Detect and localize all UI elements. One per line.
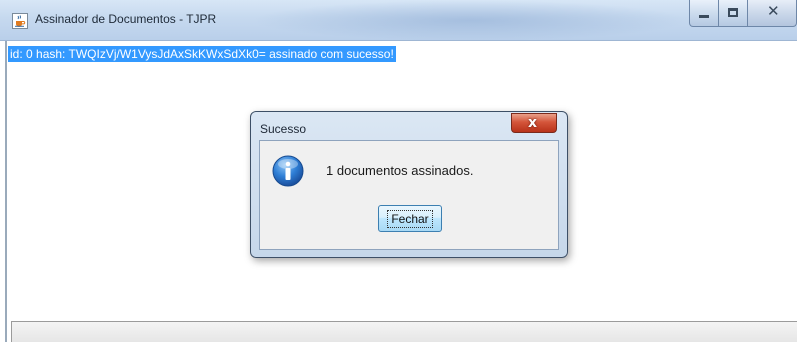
log-line-selected[interactable]: id: 0 hash: TWQIzVj/W1VysJdAxSkKWxSdXk0=… — [8, 46, 396, 62]
maximize-icon — [728, 8, 738, 17]
window-title: Assinador de Documentos - TJPR — [35, 12, 217, 26]
dialog-message: 1 documentos assinados. — [326, 163, 474, 178]
fechar-button[interactable]: Fechar — [378, 205, 442, 232]
minimize-button[interactable] — [689, 0, 719, 27]
dialog-title: Sucesso — [260, 122, 307, 136]
fechar-button-label: Fechar — [387, 209, 433, 228]
minimize-icon — [699, 15, 709, 18]
dialog-close-button[interactable]: x — [511, 113, 557, 133]
info-icon — [272, 155, 304, 187]
close-icon: ✕ — [767, 2, 780, 20]
status-bar — [11, 321, 797, 342]
title-bar[interactable]: Assinador de Documentos - TJPR ✕ — [0, 0, 797, 41]
close-button[interactable]: ✕ — [747, 0, 797, 27]
close-icon: x — [528, 115, 538, 131]
dialog-body: 1 documentos assinados. Fechar — [259, 140, 559, 250]
maximize-button[interactable] — [718, 0, 748, 27]
java-cup-icon[interactable] — [12, 13, 28, 29]
title-bar-glow — [250, 0, 690, 41]
window-left-border — [5, 41, 7, 342]
success-dialog[interactable]: Sucesso x 1 documentos assinados. Fechar — [250, 111, 568, 258]
